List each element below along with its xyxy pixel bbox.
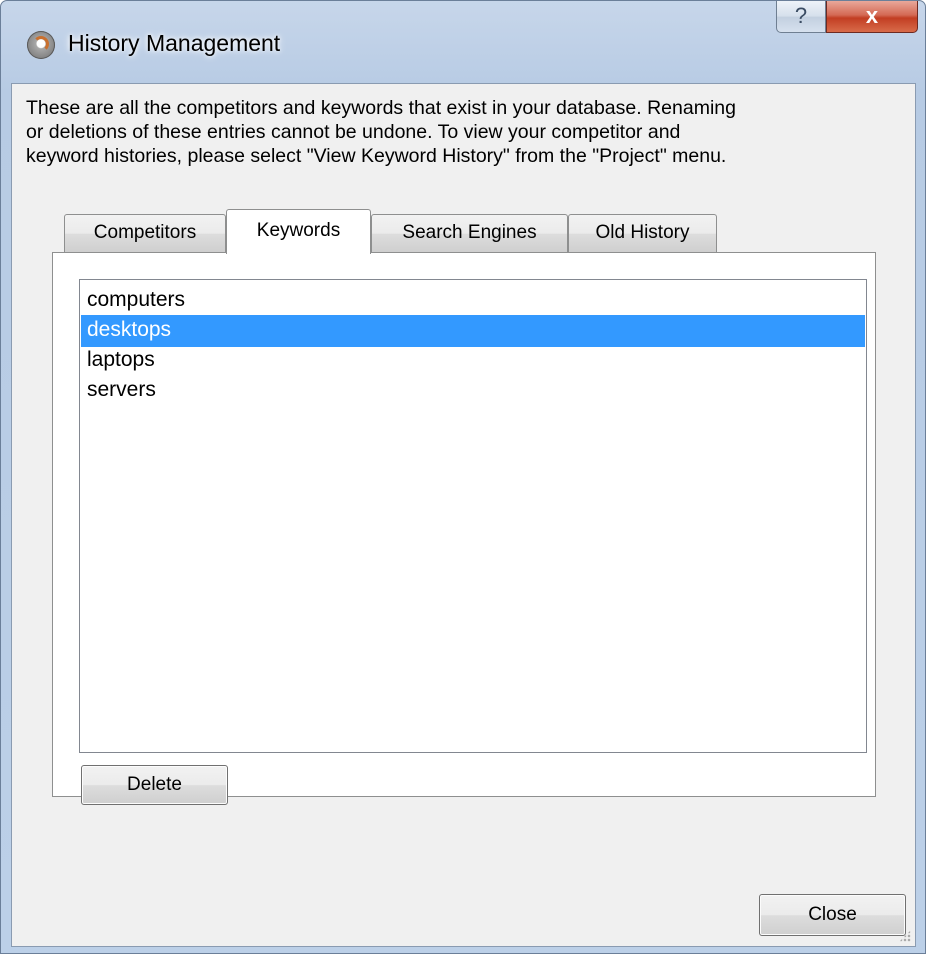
close-icon: x [865,3,879,28]
help-icon: ? [794,3,808,28]
title-bar[interactable]: History Management ? x [1,1,925,83]
close-button[interactable]: Close [759,894,906,936]
window-close-button[interactable]: x [826,1,918,33]
app-icon [27,31,55,59]
delete-button[interactable]: Delete [81,765,228,805]
help-button[interactable]: ? [776,1,826,33]
list-item[interactable]: servers [81,375,865,407]
dialog-body: These are all the competitors and keywor… [11,83,916,947]
list-item[interactable]: computers [81,285,865,317]
keywords-tab-panel: computers desktops laptops servers Delet… [52,252,876,805]
keywords-listbox[interactable]: computers desktops laptops servers [79,279,867,753]
tab-old-history[interactable]: Old History [568,214,717,252]
description-text: These are all the competitors and keywor… [26,97,736,167]
list-item-selected[interactable]: desktops [81,315,865,347]
list-item[interactable]: laptops [81,345,865,377]
tab-competitors[interactable]: Competitors [64,214,226,252]
window-title: History Management [68,30,281,56]
history-management-dialog: History Management ? x These are all the… [0,0,926,954]
tab-keywords[interactable]: Keywords [226,209,371,254]
tab-search-engines[interactable]: Search Engines [371,214,568,252]
